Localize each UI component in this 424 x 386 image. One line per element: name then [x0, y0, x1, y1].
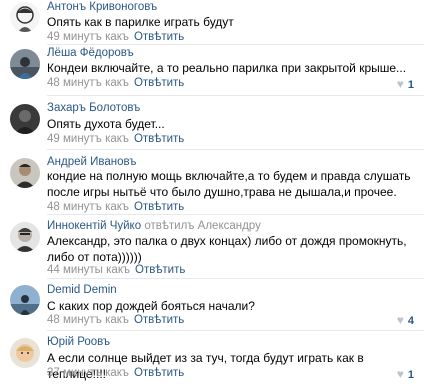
reply-button[interactable]: Отвѣтить [135, 264, 185, 276]
reply-button[interactable]: Отвѣтить [134, 201, 184, 213]
comment-text: Кондеи включайте, а то реально парилка п… [47, 61, 407, 75]
like-button[interactable]: ♥ 1 [397, 367, 414, 381]
divider [47, 44, 424, 45]
divider [47, 330, 424, 331]
avatar-image [10, 222, 40, 252]
comment-meta: 48 минутъ какъ Отвѣтить [47, 201, 184, 213]
comment-meta: 48 минутъ какъ Отвѣтить [47, 77, 184, 89]
comment-author[interactable]: Лёша Фёдоровъ [47, 47, 134, 59]
comment-time[interactable]: 48 минутъ какъ [47, 201, 129, 213]
like-count: 1 [407, 79, 414, 91]
avatar[interactable] [10, 2, 40, 32]
comment-text: Опять духота будет... [47, 117, 165, 131]
reply-button[interactable]: Отвѣтить [134, 314, 184, 326]
comment-author[interactable]: Захаръ Болотовъ [47, 102, 140, 114]
comment-meta: 49 минутъ какъ Отвѣтить [47, 31, 184, 43]
divider [47, 95, 424, 96]
comment-time[interactable]: 48 минутъ какъ [47, 77, 129, 89]
comment-author[interactable]: Антонъ Кривоноговъ [47, 1, 157, 13]
avatar[interactable] [10, 49, 40, 79]
comment-meta: 37 минутъ какъ Отвѣтить [47, 367, 184, 379]
comment-text: кондие на полную мощь включайте,а то буд… [47, 169, 411, 199]
reply-button[interactable]: Отвѣтить [134, 367, 184, 379]
reply-button[interactable]: Отвѣтить [134, 31, 184, 43]
heart-icon: ♥ [396, 313, 404, 327]
avatar[interactable] [10, 338, 40, 368]
avatar-image [10, 338, 40, 368]
avatar[interactable] [10, 285, 40, 315]
comment-author[interactable]: Андрей Ивановъ [47, 156, 136, 168]
divider [47, 214, 424, 215]
comment-time[interactable]: 48 минутъ какъ [47, 314, 129, 326]
like-button[interactable]: ♥ 4 [397, 313, 414, 327]
avatar[interactable] [10, 104, 40, 134]
avatar[interactable] [10, 222, 40, 252]
comment-text: Александр, это палка о двух концах) либо… [47, 234, 407, 264]
reply-button[interactable]: Отвѣтить [134, 77, 184, 89]
reply-target: отвѣтилъ Александру [144, 220, 261, 232]
heart-icon: ♥ [396, 367, 404, 381]
avatar-image [10, 104, 40, 134]
comment-author[interactable]: Иннокентiй Чуйко отвѣтилъ Александру [47, 220, 261, 232]
avatar-image [10, 285, 40, 315]
comment-time[interactable]: 49 минутъ какъ [47, 31, 129, 43]
comment-time[interactable]: 44 минуты какъ [47, 264, 130, 276]
heart-icon: ♥ [396, 77, 404, 91]
reply-button[interactable]: Отвѣтить [134, 133, 184, 145]
like-button[interactable]: ♥ 1 [397, 77, 414, 91]
divider [47, 278, 424, 279]
comment-meta: 48 минутъ какъ Отвѣтить [47, 314, 184, 326]
like-count: 1 [407, 369, 414, 381]
comment-author[interactable]: Юрiй Роовъ [47, 336, 110, 348]
comment-text: С каких пор дождей бояться начали? [47, 299, 255, 313]
comment-author[interactable]: Demid Demin [47, 284, 117, 296]
divider [47, 149, 424, 150]
like-count: 4 [407, 315, 414, 327]
comment-meta: 49 минутъ какъ Отвѣтить [47, 133, 184, 145]
comment-time[interactable]: 49 минутъ какъ [47, 133, 129, 145]
comment-text: Опять как в парилке играть будут [47, 15, 234, 29]
avatar-image [10, 49, 40, 79]
avatar-image [10, 158, 40, 188]
comment-meta: 44 минуты какъ Отвѣтить [47, 264, 185, 276]
avatar-image [10, 2, 40, 32]
avatar[interactable] [10, 158, 40, 188]
comment-time[interactable]: 37 минутъ какъ [47, 367, 129, 379]
